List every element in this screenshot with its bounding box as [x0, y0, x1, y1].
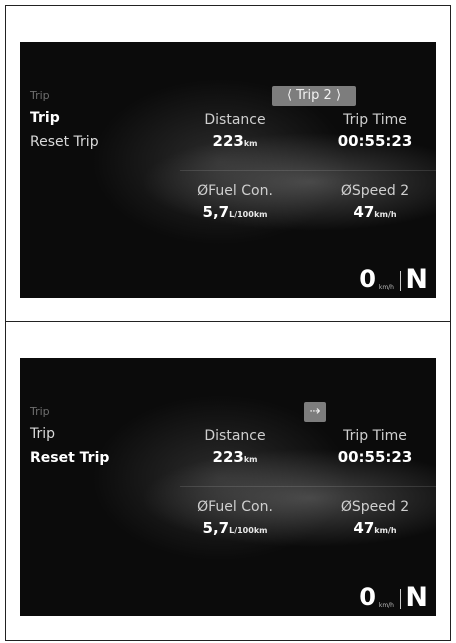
divider: [180, 486, 436, 487]
avg-speed-label: ØSpeed 2: [340, 183, 410, 199]
tft-display: Trip Trip Reset Trip ⇢ Distance 223km Tr…: [20, 358, 436, 616]
distance-value: 223km: [212, 448, 258, 466]
trip-time-value: 00:55:23: [337, 132, 413, 150]
menu-title: Trip: [30, 405, 50, 418]
distance-unit: km: [243, 139, 258, 148]
speedometer-unit: km/h: [378, 602, 394, 609]
avg-speed-label: ØSpeed 2: [340, 499, 410, 515]
enter-arrow-icon[interactable]: ⇢: [304, 402, 326, 422]
menu-item-trip[interactable]: Trip: [30, 426, 55, 442]
menu-title: Trip: [30, 89, 50, 102]
speed-unit: km/h: [374, 526, 397, 535]
status-bar: 0 km/h N: [308, 264, 428, 295]
gear-indicator: N: [405, 582, 428, 613]
divider: [180, 170, 436, 171]
tft-display: Trip Trip Reset Trip ⟨ Trip 2 ⟩ Distance…: [20, 42, 436, 298]
speedometer-value: 0: [359, 265, 376, 293]
gear-separator: [400, 271, 401, 291]
fuel-unit: L/100km: [229, 526, 268, 535]
fuel-consumption-value: 5,7L/100km: [202, 519, 268, 537]
menu-item-trip[interactable]: Trip: [30, 110, 60, 126]
avg-speed-value: 47km/h: [353, 519, 397, 537]
speed-unit: km/h: [374, 210, 397, 219]
fuel-consumption-value: 5,7L/100km: [202, 203, 268, 221]
fuel-consumption-label: ØFuel Con.: [197, 183, 273, 199]
status-bar: 0 km/h N: [308, 582, 428, 613]
fuel-consumption-label: ØFuel Con.: [197, 499, 273, 515]
trip-selector-tab[interactable]: ⟨ Trip 2 ⟩: [272, 86, 356, 106]
menu-item-reset-trip[interactable]: Reset Trip: [30, 134, 99, 150]
distance-value: 223km: [212, 132, 258, 150]
trip-time-label: Trip Time: [343, 428, 407, 444]
distance-label: Distance: [204, 112, 266, 128]
trip-time-label: Trip Time: [343, 112, 407, 128]
distance-unit: km: [243, 455, 258, 464]
menu-item-reset-trip[interactable]: Reset Trip: [30, 450, 109, 466]
trip-time-value: 00:55:23: [337, 448, 413, 466]
fuel-unit: L/100km: [229, 210, 268, 219]
speedometer-unit: km/h: [378, 284, 394, 291]
dashboard-panel-2: Trip Trip Reset Trip ⇢ Distance 223km Tr…: [5, 321, 451, 641]
gear-separator: [400, 589, 401, 609]
distance-label: Distance: [204, 428, 266, 444]
speedometer-value: 0: [359, 583, 376, 611]
avg-speed-value: 47km/h: [353, 203, 397, 221]
gear-indicator: N: [405, 264, 428, 295]
dashboard-panel-1: Trip Trip Reset Trip ⟨ Trip 2 ⟩ Distance…: [5, 5, 451, 324]
